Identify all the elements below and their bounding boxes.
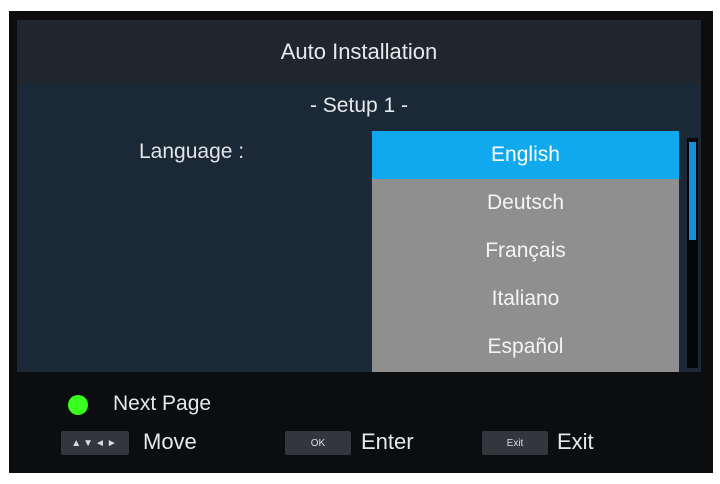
footer-help-bar: Next Page ▲▼◄► Move OK Enter Exit Exit (17, 372, 701, 462)
language-option-deutsch[interactable]: Deutsch (372, 179, 679, 227)
scrollbar-thumb[interactable] (689, 142, 696, 240)
language-option-italiano[interactable]: Italiano (372, 275, 679, 323)
ok-key-icon: OK (285, 431, 351, 455)
language-option-espanol[interactable]: Español (372, 323, 679, 371)
title-bar: Auto Installation (17, 20, 701, 83)
exit-label: Exit (557, 429, 594, 454)
page-title: Auto Installation (280, 38, 438, 64)
language-option-english[interactable]: English (372, 131, 679, 179)
language-label: Language : (139, 140, 245, 163)
setup-panel: - Setup 1 - Language : English Deutsch F… (17, 83, 701, 372)
exit-key-icon: Exit (482, 431, 548, 455)
move-label: Move (143, 429, 197, 454)
language-list-scrollbar[interactable] (687, 138, 698, 368)
setup-subtitle: - Setup 1 - (309, 94, 409, 117)
next-page-label: Next Page (113, 392, 212, 415)
language-option-francais[interactable]: Français (372, 227, 679, 275)
language-list[interactable]: English Deutsch Français Italiano Españo… (372, 131, 679, 372)
enter-label: Enter (361, 429, 414, 454)
green-button-icon (68, 395, 88, 415)
arrow-keys-icon: ▲▼◄► (61, 431, 129, 455)
